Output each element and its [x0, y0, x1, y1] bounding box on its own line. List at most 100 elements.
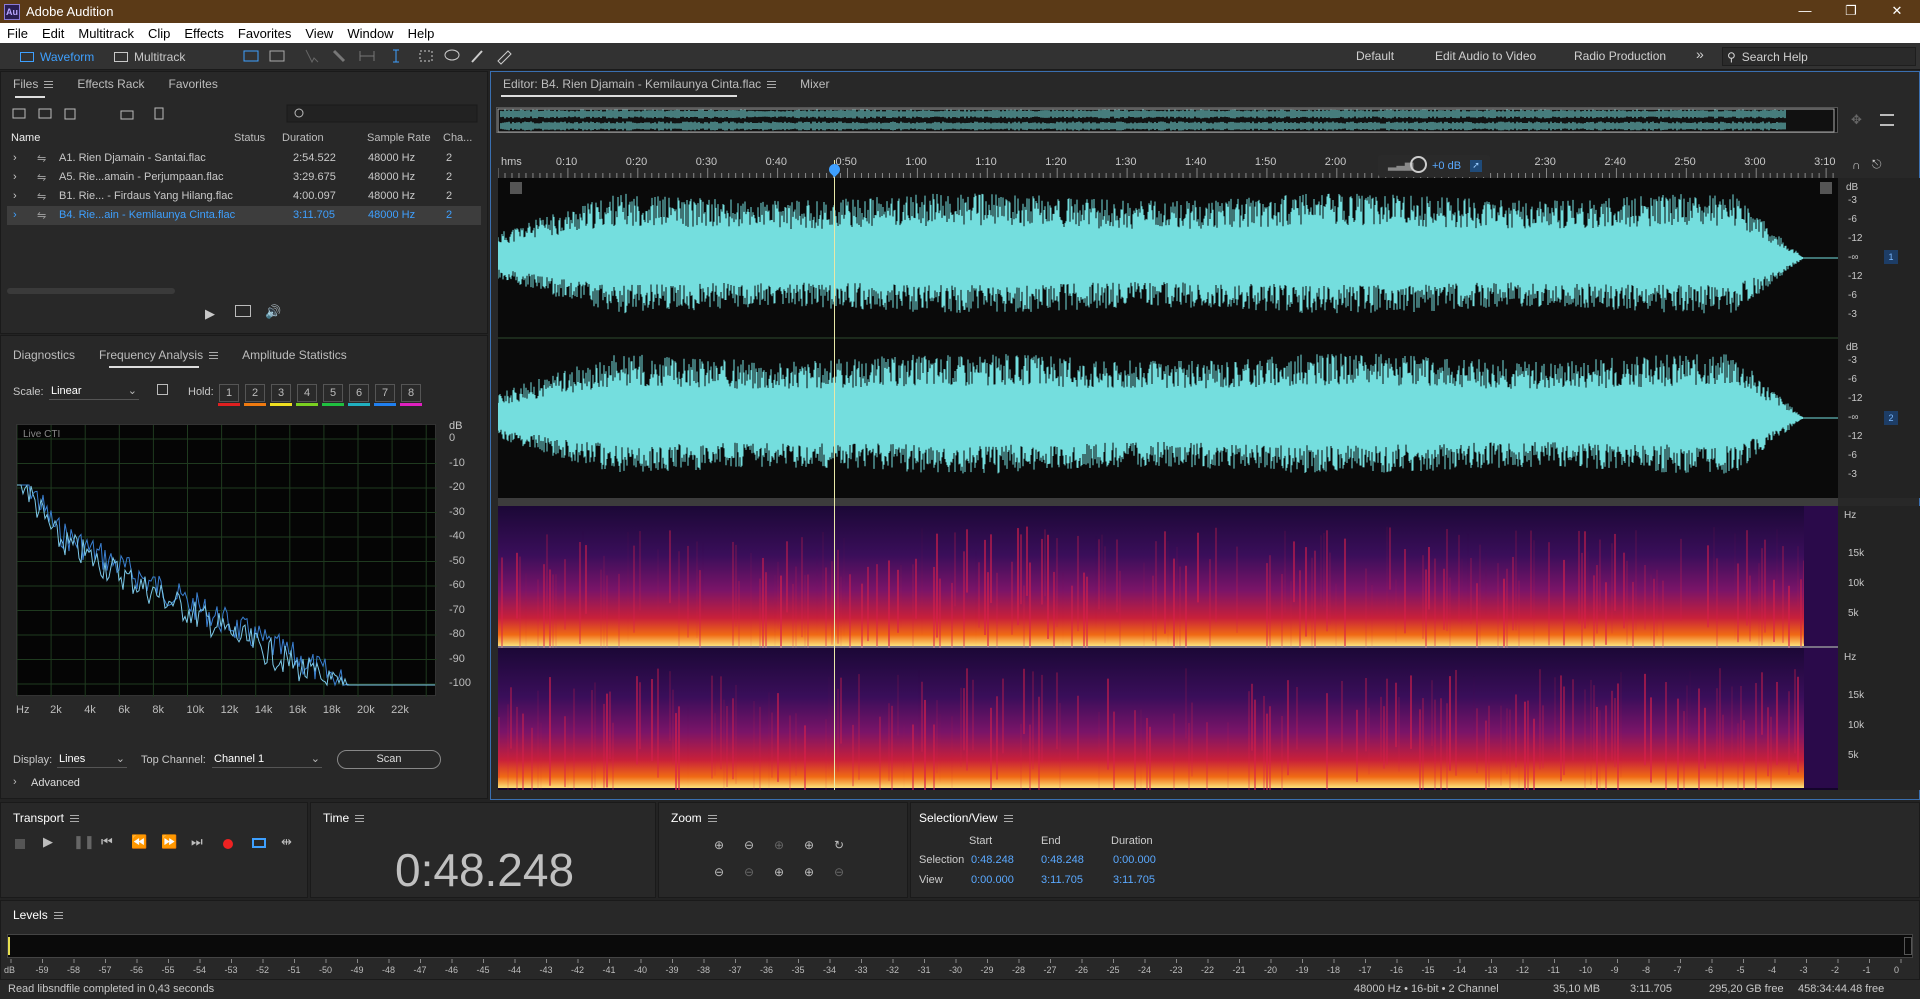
timeline-ruler[interactable]: hms 0:10 0:20 0:30 0:40 0:50 1:00 1:10 1:20 1:30… — [498, 152, 1838, 178]
zoom-in-point-icon[interactable]: ⊕ — [771, 838, 787, 854]
view-start[interactable]: 0:00.000 — [971, 874, 1014, 886]
files-loop-icon[interactable] — [235, 305, 251, 317]
col-status[interactable]: Status — [234, 132, 265, 144]
tab-amplitude-statistics[interactable]: Amplitude Statistics — [242, 348, 347, 362]
zoom-out-amplitude-icon[interactable]: ⊖ — [741, 838, 757, 854]
panel-menu-icon[interactable] — [44, 81, 54, 89]
menu-effects[interactable]: Effects — [177, 26, 231, 41]
tab-frequency-analysis[interactable]: Frequency Analysis — [99, 348, 219, 362]
hold-button-4[interactable]: 4 — [297, 384, 317, 402]
hold-button-3[interactable]: 3 — [271, 384, 291, 402]
panel-menu-icon[interactable] — [707, 815, 717, 823]
multitrack-button[interactable]: Multitrack — [114, 47, 185, 66]
col-channels[interactable]: Cha... — [443, 132, 472, 144]
search-input[interactable]: Search Help — [1742, 50, 1808, 64]
col-duration[interactable]: Duration — [282, 132, 324, 144]
selection-duration[interactable]: 0:00.000 — [1113, 854, 1156, 866]
minimize-icon[interactable]: — — [1782, 0, 1828, 23]
file-row[interactable]: › ⇋ B1. Rie... - Firdaus Yang Hilang.fla… — [7, 187, 481, 206]
view-end[interactable]: 3:11.705 — [1041, 874, 1083, 886]
fade-in-handle[interactable] — [510, 182, 522, 194]
loop-button[interactable] — [252, 838, 266, 848]
skip-selection-icon[interactable]: ⇹ — [281, 834, 292, 850]
selection-end[interactable]: 0:48.248 — [1041, 854, 1084, 866]
menu-help[interactable]: Help — [401, 26, 442, 41]
zoom-in-amplitude-icon[interactable]: ⊕ — [711, 838, 727, 854]
workspace-edit-audio-video[interactable]: Edit Audio to Video — [1435, 49, 1536, 63]
hold-button-8[interactable]: 8 — [401, 384, 421, 402]
chevron-right-icon[interactable]: › — [13, 209, 17, 221]
menu-view[interactable]: View — [298, 26, 340, 41]
tab-effects-rack[interactable]: Effects Rack — [77, 77, 144, 91]
menu-favorites[interactable]: Favorites — [231, 26, 298, 41]
pause-button[interactable]: ❚❚ — [73, 834, 95, 850]
menu-file[interactable]: File — [0, 26, 35, 41]
marker-icon[interactable]: ⎋ — [1872, 157, 1882, 172]
zoom-to-fit-icon[interactable]: ✥ — [1851, 112, 1865, 127]
hud[interactable]: ▂▃▅ +0 dB ➚ — [1378, 155, 1490, 177]
chevron-right-icon[interactable]: › — [13, 171, 17, 183]
panel-menu-icon[interactable] — [355, 815, 365, 823]
zoom-reset-icon[interactable]: ↻ — [831, 838, 847, 854]
col-sample-rate[interactable]: Sample Rate — [367, 132, 431, 144]
top-channel-dropdown[interactable]: Channel 1 ⌄ — [212, 750, 322, 768]
workspace-radio-production[interactable]: Radio Production — [1574, 49, 1666, 63]
tab-mixer[interactable]: Mixer — [800, 77, 829, 91]
panel-menu-icon[interactable] — [53, 912, 63, 920]
chevron-right-icon[interactable]: › — [13, 152, 17, 164]
chevron-right-icon[interactable]: › — [13, 190, 17, 202]
advanced-toggle[interactable]: Advanced — [31, 777, 80, 789]
waveform-button[interactable]: Waveform — [20, 47, 94, 66]
zoom-out-full-icon[interactable]: ⊖ — [741, 865, 757, 881]
more-workspaces-icon[interactable]: » — [1696, 46, 1704, 62]
search-help[interactable]: ⚲ Search Help — [1722, 47, 1916, 66]
hold-button-2[interactable]: 2 — [245, 384, 265, 402]
hold-button-6[interactable]: 6 — [349, 384, 369, 402]
gain-knob-icon[interactable] — [1410, 156, 1427, 173]
file-row[interactable]: › ⇋ A5. Rie...amain - Perjumpaan.flac 3:… — [7, 168, 481, 187]
scan-button[interactable]: Scan — [337, 750, 441, 769]
zoom-in-selection-icon[interactable]: ⊕ — [771, 865, 787, 881]
file-row[interactable]: › ⇋ B4. Rie...ain - Kemilaunya Cinta.fla… — [7, 206, 481, 225]
scale-dropdown[interactable]: Linear ⌄ — [49, 382, 139, 400]
hold-button-5[interactable]: 5 — [323, 384, 343, 402]
tab-favorites[interactable]: Favorites — [168, 77, 217, 91]
stop-button[interactable] — [15, 839, 25, 849]
maximize-icon[interactable]: ❐ — [1828, 0, 1874, 23]
files-autoplay-icon[interactable]: 🔊 — [265, 304, 281, 320]
spectrogram-view[interactable] — [498, 506, 1838, 829]
zoom-out-time-icon[interactable]: ⊖ — [831, 865, 847, 881]
record-button[interactable] — [223, 839, 233, 849]
col-name[interactable]: Name — [11, 132, 40, 144]
view-splitter[interactable] — [498, 498, 1838, 506]
overview-menu-icon[interactable] — [1880, 114, 1894, 126]
tab-diagnostics[interactable]: Diagnostics — [13, 348, 75, 362]
panel-menu-icon[interactable] — [1003, 815, 1013, 823]
channel-1-button[interactable]: 1 — [1884, 250, 1898, 264]
tab-editor[interactable]: Editor: B4. Rien Djamain - Kemilaunya Ci… — [503, 77, 777, 91]
file-row[interactable]: › ⇋ A1. Rien Djamain - Santai.flac 2:54.… — [7, 149, 481, 168]
fade-out-handle[interactable] — [1820, 182, 1832, 194]
selection-start[interactable]: 0:48.248 — [971, 854, 1014, 866]
pin-icon[interactable]: ➚ — [1470, 160, 1482, 172]
waveform-view[interactable] — [497, 178, 1838, 498]
panel-menu-icon[interactable] — [69, 815, 79, 823]
close-icon[interactable]: ✕ — [1874, 0, 1920, 23]
chevron-right-icon[interactable]: › — [13, 776, 17, 788]
gain-value[interactable]: +0 dB — [1432, 160, 1461, 172]
zoom-to-selection-icon[interactable]: ⊕ — [801, 865, 817, 881]
zoom-out-icon[interactable]: ⊖ — [711, 865, 727, 881]
rewind-button[interactable]: ⏪ — [131, 834, 147, 850]
menu-window[interactable]: Window — [340, 26, 400, 41]
to-start-button[interactable]: ⏮ — [101, 834, 113, 850]
display-dropdown[interactable]: Lines ⌄ — [57, 750, 127, 768]
panel-menu-icon[interactable] — [767, 81, 777, 89]
tab-files[interactable]: Files — [13, 77, 54, 91]
menu-clip[interactable]: Clip — [141, 26, 177, 41]
zoom-in-time-icon[interactable]: ⊕ — [801, 838, 817, 854]
menu-edit[interactable]: Edit — [35, 26, 71, 41]
files-scrollbar[interactable] — [7, 288, 175, 294]
files-play-icon[interactable]: ▶ — [205, 306, 215, 322]
view-duration[interactable]: 3:11.705 — [1113, 874, 1155, 886]
channel-2-button[interactable]: 2 — [1884, 411, 1898, 425]
